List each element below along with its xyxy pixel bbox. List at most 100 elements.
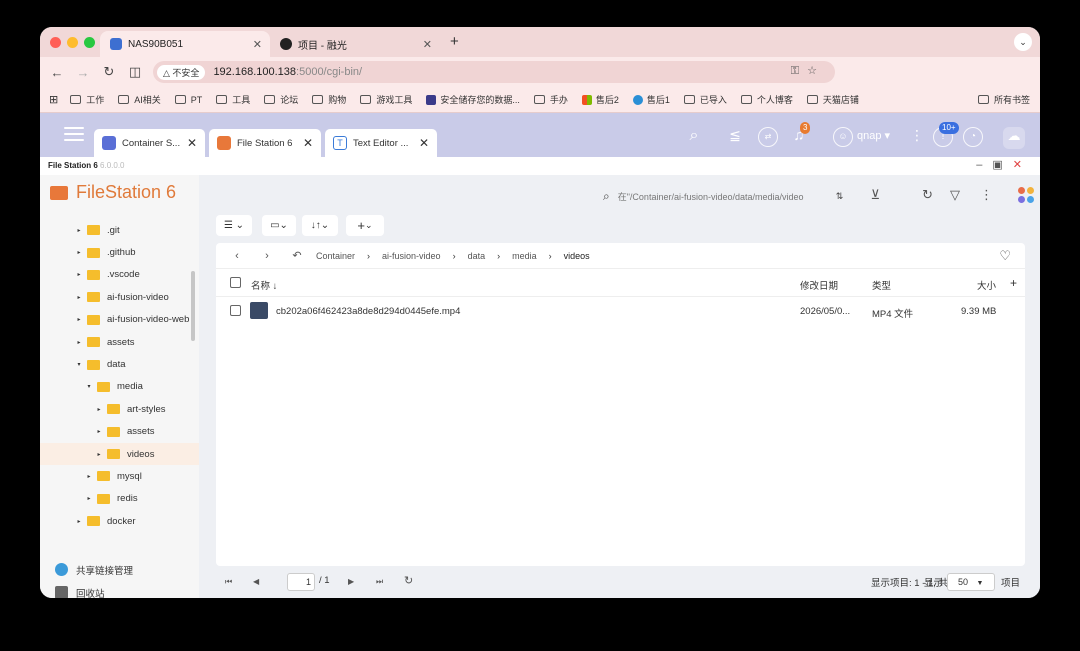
refresh-icon[interactable]: ↻ <box>404 574 413 587</box>
zoom-window-button[interactable] <box>84 37 95 48</box>
refresh-icon[interactable]: ↻ <box>922 187 933 203</box>
tree-node[interactable]: ▾ media <box>40 376 199 398</box>
tree-node[interactable]: ▸ docker <box>40 510 199 532</box>
collapsed-arrow-icon[interactable]: ▸ <box>94 406 104 413</box>
list-view-button[interactable]: ☰ ⌄ <box>216 215 252 236</box>
maximize-icon[interactable]: ▣ <box>992 159 1012 171</box>
split-view-icon[interactable]: ◫ <box>122 64 148 80</box>
more-menu-icon[interactable]: ⋮ <box>910 127 924 144</box>
last-page-icon[interactable]: ⏭ <box>376 577 383 587</box>
column-type[interactable]: 类型 <box>872 278 891 292</box>
breadcrumb-current[interactable]: videos <box>564 251 590 261</box>
tree-node[interactable]: ▸ .vscode <box>40 264 199 286</box>
layout-button[interactable]: ▭⌄ <box>262 215 296 236</box>
page-number-input[interactable]: 1 <box>287 573 315 591</box>
bookmark-link[interactable]: 售后1 <box>632 93 670 106</box>
sidebar-scrollbar[interactable] <box>191 271 195 341</box>
tree-node[interactable]: ▸ .git <box>40 219 199 241</box>
tree-node[interactable]: ▸ .github <box>40 241 199 263</box>
search-input[interactable]: 在"/Container/ai-fusion-video/data/media/… <box>618 190 828 203</box>
close-tab-icon[interactable]: ✕ <box>419 136 429 150</box>
user-avatar-icon[interactable]: ☺ <box>833 127 853 147</box>
url-field[interactable]: △ 不安全 192.168.100.138:5000/cgi-bin/ ⚿☆ <box>153 61 835 83</box>
tree-node[interactable]: ▸ redis <box>40 488 199 510</box>
close-tab-icon[interactable]: ✕ <box>303 136 313 150</box>
bookmark-link[interactable]: 安全储存您的数据... <box>426 93 520 106</box>
prev-page-icon[interactable]: ◀ <box>253 577 259 586</box>
forward-icon[interactable]: › <box>252 250 282 262</box>
breadcrumb-item[interactable]: Container <box>316 251 355 261</box>
filter-icon[interactable]: ▽ <box>950 187 960 203</box>
bookmark-folder[interactable]: PT <box>174 95 202 105</box>
create-button[interactable]: + ⌄ <box>346 215 384 236</box>
select-all-checkbox[interactable] <box>230 277 241 288</box>
new-tab-button[interactable]: + <box>450 33 459 50</box>
tree-node[interactable]: ▸ videos <box>40 442 199 466</box>
tab-search-chevron-icon[interactable]: ⌄ <box>1014 33 1032 51</box>
apps-grid-icon[interactable]: ⊞ <box>49 93 58 106</box>
column-size[interactable]: 大小 <box>977 278 996 292</box>
favorite-heart-icon[interactable]: ♡ <box>999 248 1011 264</box>
table-row[interactable]: cb202a06f462423a8de8d294d0445efe.mp4 202… <box>216 297 1025 325</box>
more-options-icon[interactable]: ⋮ <box>980 187 993 203</box>
tree-node[interactable]: ▸ art-styles <box>40 398 199 420</box>
parent-folder-icon[interactable]: ↶ <box>282 249 312 262</box>
resource-monitor-icon[interactable]: ◔ <box>963 127 983 147</box>
recycle-bin[interactable]: 回收站 <box>40 581 199 598</box>
bookmark-folder[interactable]: 已导入 <box>683 93 727 106</box>
collapsed-arrow-icon[interactable]: ▸ <box>74 518 84 525</box>
tree-node[interactable]: ▸ assets <box>40 421 199 443</box>
bookmark-folder[interactable]: 工作 <box>70 93 104 106</box>
browser-tab-nas[interactable]: NAS90B051 ✕ <box>100 31 270 57</box>
tree-node[interactable]: ▸ mysql <box>40 465 199 487</box>
cloud-icon[interactable]: ☁ <box>1003 127 1025 149</box>
bookmark-folder[interactable]: 工具 <box>216 93 250 106</box>
bookmark-folder[interactable]: 论坛 <box>264 93 298 106</box>
main-menu-icon[interactable] <box>64 127 84 145</box>
next-page-icon[interactable]: ▶ <box>348 577 354 586</box>
window-controls-app[interactable]: –▣✕ <box>976 158 1032 171</box>
bookmark-folder[interactable]: 天猫店铺 <box>806 93 859 106</box>
expanded-arrow-icon[interactable]: ▾ <box>84 383 94 390</box>
collapsed-arrow-icon[interactable]: ▸ <box>74 227 84 234</box>
sort-search-icon[interactable]: ⇅ <box>836 191 844 202</box>
expanded-arrow-icon[interactable]: ▾ <box>74 361 84 368</box>
back-arrow-icon[interactable]: ← <box>44 65 70 80</box>
user-menu[interactable]: qnap ▾ <box>857 129 890 142</box>
collapsed-arrow-icon[interactable]: ▸ <box>94 451 104 458</box>
omnibox-icons[interactable]: ⚿☆ <box>791 64 825 78</box>
back-icon[interactable]: ‹ <box>222 250 252 262</box>
storage-icon[interactable]: ⊻ <box>870 187 880 203</box>
collapsed-arrow-icon[interactable]: ▸ <box>74 249 84 256</box>
share-link-management[interactable]: 共享链接管理 <box>40 558 199 581</box>
close-tab-icon[interactable]: ✕ <box>253 38 262 51</box>
forward-arrow-icon[interactable]: → <box>70 65 96 80</box>
app-tab-text-editor[interactable]: T Text Editor ... ✕ <box>325 129 437 157</box>
collapsed-arrow-icon[interactable]: ▸ <box>94 428 104 435</box>
close-tab-icon[interactable]: ✕ <box>423 38 432 51</box>
collapsed-arrow-icon[interactable]: ▸ <box>74 271 84 278</box>
bookmark-folder[interactable]: 手办 <box>533 93 568 106</box>
add-column-icon[interactable]: + <box>1010 276 1017 290</box>
search-icon[interactable]: ⌕ <box>684 127 704 147</box>
bookmark-folder[interactable]: 游戏工具 <box>360 93 412 106</box>
bookmark-folder[interactable]: 个人博客 <box>740 93 793 106</box>
background-tasks-icon[interactable]: ⇄ <box>758 127 778 147</box>
tasks-icon[interactable]: ≦ <box>725 127 745 147</box>
per-page-select[interactable]: 50 ▼ <box>947 573 995 591</box>
minimize-icon[interactable]: – <box>976 159 992 171</box>
tree-node[interactable]: ▸ ai-fusion-video <box>40 286 199 308</box>
column-modified[interactable]: 修改日期 <box>800 278 838 292</box>
browser-tab-project[interactable]: 项目 - 融光 ✕ <box>270 31 440 57</box>
collapsed-arrow-icon[interactable]: ▸ <box>74 294 84 301</box>
first-page-icon[interactable]: ⏮ <box>225 577 232 587</box>
column-name[interactable]: 名称 ↓ <box>251 278 277 292</box>
app-tab-file-station[interactable]: File Station 6 ✕ <box>209 129 321 157</box>
app-tab-container-station[interactable]: Container S... ✕ <box>94 129 205 157</box>
breadcrumb-item[interactable]: data <box>468 251 486 261</box>
close-tab-icon[interactable]: ✕ <box>187 136 197 150</box>
collapsed-arrow-icon[interactable]: ▸ <box>74 316 84 323</box>
breadcrumb-item[interactable]: ai-fusion-video <box>382 251 441 261</box>
bookmark-link[interactable]: 售后2 <box>581 93 619 106</box>
close-icon[interactable]: ✕ <box>1013 159 1032 171</box>
